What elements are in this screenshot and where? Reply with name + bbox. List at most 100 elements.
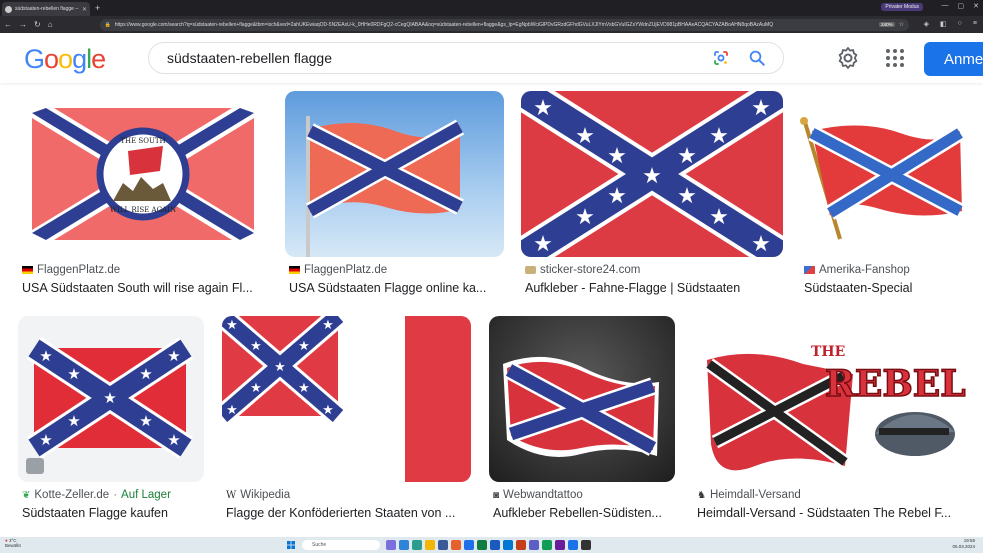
address-bar[interactable]: 🔒 https://www.google.com/search?q=südsta… bbox=[99, 18, 909, 31]
app-icon[interactable] bbox=[555, 540, 565, 550]
shield-icon[interactable]: ◈ bbox=[924, 20, 929, 28]
result-caption[interactable]: USA Südstaaten Flagge online ka... bbox=[289, 281, 501, 295]
helmet-favicon-icon: ♞ bbox=[697, 489, 706, 501]
svg-text:★: ★ bbox=[751, 96, 771, 121]
result-source[interactable]: FlaggenPlatz.de bbox=[22, 264, 120, 276]
app-icon[interactable] bbox=[464, 540, 474, 550]
result-caption[interactable]: Aufkleber - Fahne-Flagge | Südstaaten bbox=[525, 281, 783, 295]
result-thumbnail[interactable]: THE REBEL bbox=[693, 316, 966, 482]
result-thumbnail[interactable] bbox=[800, 91, 966, 257]
taskbar-search[interactable]: Suche bbox=[302, 540, 380, 550]
weather-widget[interactable]: ● 3°C Bewölkt bbox=[5, 538, 21, 548]
windows-taskbar: ● 3°C Bewölkt Suche 19:59 05.03.2024 bbox=[0, 537, 983, 553]
close-window-icon[interactable]: ✕ bbox=[973, 2, 979, 10]
result-caption[interactable]: Heimdall-Versand - Südstaaten The Rebel … bbox=[697, 506, 966, 520]
settings-gear-icon[interactable] bbox=[836, 46, 860, 70]
badge-top-text: THE SOUTH bbox=[120, 137, 165, 145]
result-thumbnail[interactable] bbox=[285, 91, 504, 257]
svg-text:★: ★ bbox=[677, 184, 697, 209]
the-rebel-flag-image: THE REBEL bbox=[704, 344, 966, 471]
search-input[interactable]: südstaaten-rebellen flagge bbox=[167, 50, 712, 66]
svg-text:★: ★ bbox=[167, 347, 180, 365]
result-source[interactable]: sticker-store24.com bbox=[525, 264, 640, 276]
app-icon[interactable] bbox=[412, 540, 422, 550]
url-text: https://www.google.com/search?q=südstaat… bbox=[114, 21, 774, 28]
result-thumbnail[interactable]: ★ ★ ★ ★ ★ ★ ★ ★ ★ bbox=[18, 316, 204, 482]
result-source[interactable]: ❦ Kotte-Zeller.de · Auf Lager bbox=[22, 489, 171, 501]
home-icon[interactable]: ⌂ bbox=[48, 20, 53, 29]
excel-icon[interactable] bbox=[477, 540, 487, 550]
result-source[interactable]: Amerika-Fanshop bbox=[804, 264, 910, 276]
result-card[interactable]: ★ ★ ★ ★ ★ ★ ★ ★ ★ W Wikipedia Flagge der Konföd… bbox=[222, 316, 472, 526]
svg-text:★: ★ bbox=[39, 347, 52, 365]
bookmark-star-icon[interactable]: ☆ bbox=[899, 21, 904, 28]
result-card[interactable]: ★ ★ ★ ★ ★ ★ ★ ★ ★ ★ ★ ★ ★ sticker-store24.com Auf… bbox=[521, 91, 783, 301]
maximize-icon[interactable]: ▢ bbox=[958, 2, 965, 10]
result-card[interactable]: THE SOUTH WILL RISE AGAIN FlaggenPlatz.d… bbox=[18, 91, 268, 301]
windows-start-icon[interactable] bbox=[287, 541, 295, 549]
svg-text:★: ★ bbox=[677, 144, 697, 169]
app-icon[interactable] bbox=[503, 540, 513, 550]
search-icon[interactable] bbox=[748, 49, 766, 67]
result-source[interactable]: FlaggenPlatz.de bbox=[289, 264, 387, 276]
svg-text:★: ★ bbox=[575, 124, 595, 149]
app-icon[interactable] bbox=[516, 540, 526, 550]
confederate-flag-pin-image bbox=[800, 117, 965, 240]
confederate-flag-product-image: ★ ★ ★ ★ ★ ★ ★ ★ ★ bbox=[26, 337, 194, 459]
confederate-flag-decal-image bbox=[503, 356, 659, 457]
app-icon[interactable] bbox=[542, 540, 552, 550]
back-icon[interactable]: ← bbox=[4, 20, 12, 29]
result-caption[interactable]: Flagge der Konföderierten Staaten von ..… bbox=[226, 506, 472, 520]
result-thumbnail[interactable] bbox=[489, 316, 675, 482]
close-tab-icon[interactable]: ✕ bbox=[82, 6, 87, 13]
minimize-icon[interactable]: — bbox=[942, 2, 949, 10]
badge-large-text: REBEL bbox=[825, 363, 966, 405]
menu-icon[interactable]: ≡ bbox=[973, 20, 977, 28]
account-icon[interactable]: ○ bbox=[958, 20, 962, 28]
zoom-badge[interactable]: 240% bbox=[879, 22, 895, 27]
new-tab-icon[interactable]: + bbox=[95, 3, 100, 13]
svg-text:★: ★ bbox=[575, 205, 595, 230]
result-card[interactable]: ★ ★ ★ ★ ★ ★ ★ ★ ★ ❦ Kotte-Zeller.de · Auf Lager… bbox=[18, 316, 204, 526]
result-card[interactable]: FlaggenPlatz.de USA Südstaaten Flagge on… bbox=[285, 91, 505, 301]
app-icon[interactable] bbox=[438, 540, 448, 550]
result-thumbnail[interactable]: ★ ★ ★ ★ ★ ★ ★ ★ ★ bbox=[222, 316, 471, 482]
result-source[interactable]: ♞ Heimdall-Versand bbox=[697, 489, 801, 501]
svg-text:★: ★ bbox=[226, 318, 238, 333]
word-icon[interactable] bbox=[490, 540, 500, 550]
badge-small-text: THE bbox=[811, 344, 845, 360]
browser-tab[interactable]: südstaaten-rebellen flagge – Go... ✕ bbox=[2, 2, 90, 16]
google-lens-icon[interactable] bbox=[712, 49, 730, 67]
result-card[interactable]: THE REBEL ♞ Heimdall-Versand Heimdall-Ve… bbox=[693, 316, 966, 526]
google-apps-icon[interactable] bbox=[884, 47, 906, 69]
forward-icon[interactable]: → bbox=[19, 20, 27, 29]
svg-text:★: ★ bbox=[709, 124, 729, 149]
lock-icon: 🔒 bbox=[104, 21, 111, 28]
result-card[interactable]: Amerika-Fanshop Südstaaten-Special bbox=[800, 91, 966, 301]
leaf-favicon-icon: ❦ bbox=[22, 489, 31, 501]
app-icon[interactable] bbox=[399, 540, 409, 550]
app-icon[interactable] bbox=[568, 540, 578, 550]
result-source[interactable]: W Wikipedia bbox=[226, 489, 290, 501]
result-caption[interactable]: Aufkleber Rebellen-Südisten... bbox=[493, 506, 675, 520]
result-thumbnail[interactable]: ★ ★ ★ ★ ★ ★ ★ ★ ★ ★ ★ ★ ★ bbox=[521, 91, 783, 257]
file-explorer-icon[interactable] bbox=[425, 540, 435, 550]
result-caption[interactable]: Südstaaten Flagge kaufen bbox=[22, 506, 204, 520]
result-thumbnail[interactable]: THE SOUTH WILL RISE AGAIN bbox=[18, 91, 268, 257]
system-clock[interactable]: 19:59 05.03.2024 bbox=[952, 538, 975, 550]
svg-text:★: ★ bbox=[67, 412, 80, 430]
sign-in-button[interactable]: Anme bbox=[924, 42, 983, 76]
result-caption[interactable]: USA Südstaaten South will rise again Fl.… bbox=[22, 281, 268, 295]
search-box[interactable]: südstaaten-rebellen flagge bbox=[148, 42, 784, 74]
app-icon[interactable] bbox=[581, 540, 591, 550]
result-card[interactable]: ◙ Webwandtattoo Aufkleber Rebellen-Südis… bbox=[489, 316, 677, 526]
svg-text:★: ★ bbox=[533, 232, 553, 257]
result-caption[interactable]: Südstaaten-Special bbox=[804, 281, 966, 295]
teams-icon[interactable] bbox=[529, 540, 539, 550]
app-icon[interactable] bbox=[451, 540, 461, 550]
reload-icon[interactable]: ↻ bbox=[34, 20, 41, 29]
extensions-icon[interactable]: ◧ bbox=[940, 20, 947, 28]
google-logo[interactable]: Google bbox=[24, 44, 106, 75]
app-icon[interactable] bbox=[386, 540, 396, 550]
result-source[interactable]: ◙ Webwandtattoo bbox=[493, 489, 583, 501]
